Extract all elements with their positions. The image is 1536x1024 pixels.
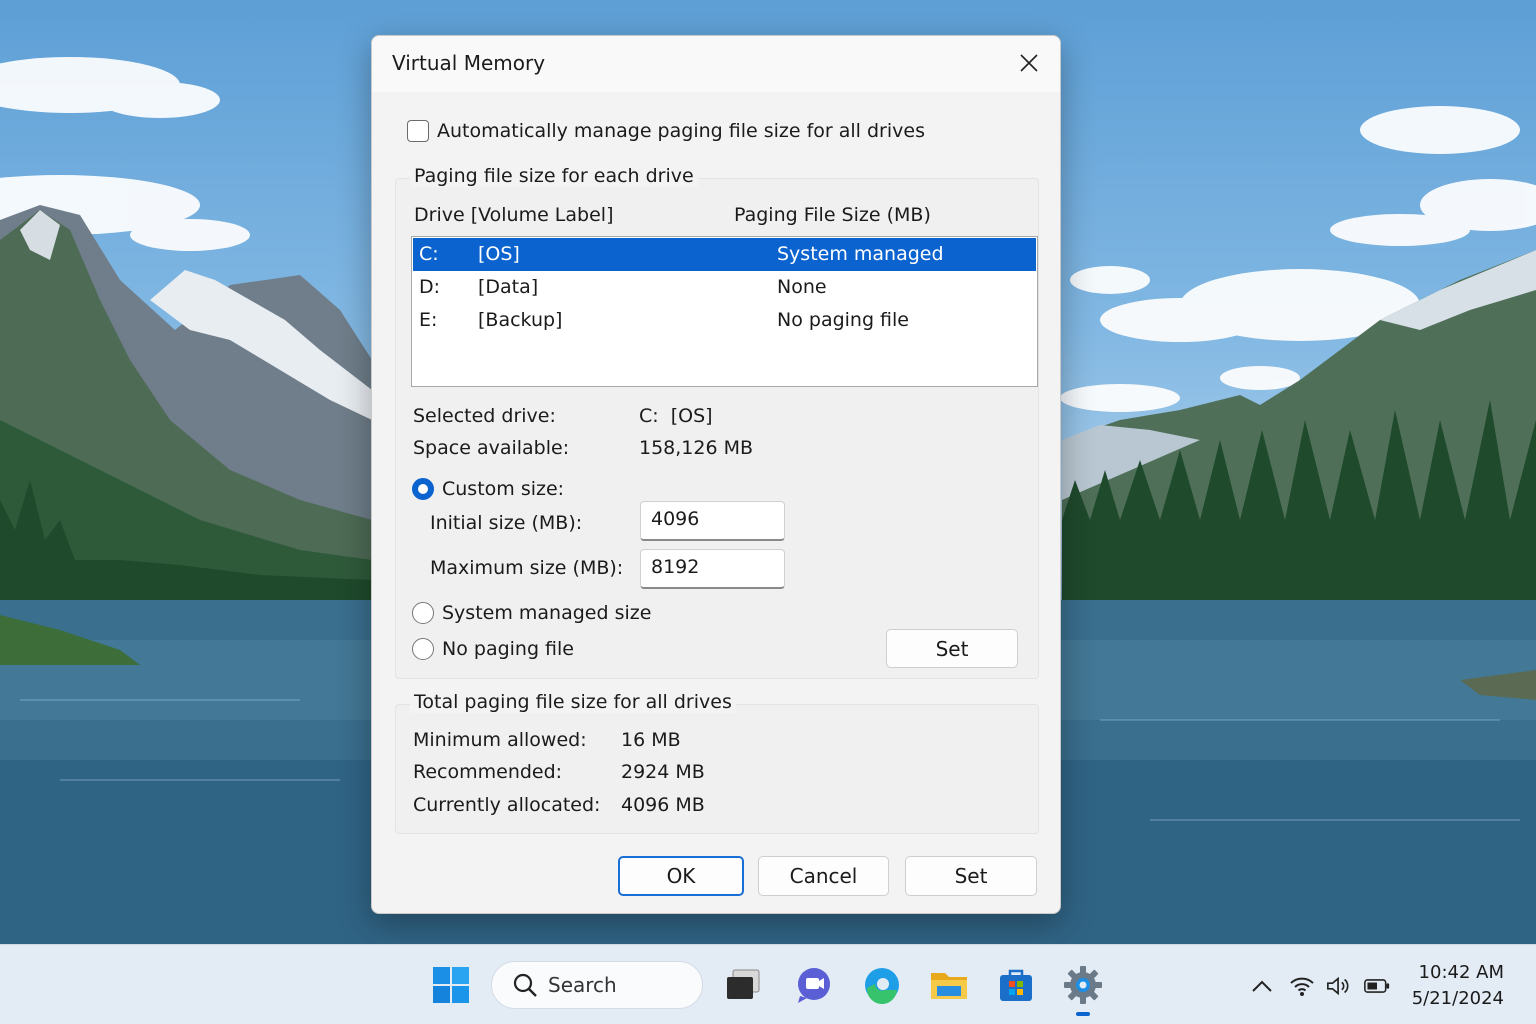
drive-letter: C: <box>419 243 439 265</box>
initial-size-input[interactable]: 4096 <box>640 501 785 541</box>
auto-manage-label: Automatically manage paging file size fo… <box>437 120 925 142</box>
minimum-allowed-label: Minimum allowed: <box>413 729 587 751</box>
selected-drive-label: Selected drive: <box>413 405 556 427</box>
edge-icon[interactable] <box>861 964 903 1006</box>
custom-size-option[interactable]: Custom size: <box>412 478 564 500</box>
dialog-title: Virtual Memory <box>392 51 546 75</box>
chat-icon[interactable] <box>792 964 834 1006</box>
no-paging-radio[interactable] <box>412 638 434 660</box>
task-view-icon[interactable] <box>722 964 764 1006</box>
no-paging-label: No paging file <box>442 638 574 660</box>
drive-row-d[interactable]: D: [Data] None <box>413 271 1036 304</box>
system-managed-option[interactable]: System managed size <box>412 602 651 624</box>
search-icon <box>513 973 537 997</box>
drive-row-e[interactable]: E: [Backup] No paging file <box>413 304 1036 337</box>
drive-letter: E: <box>419 309 438 331</box>
paging-group-legend: Paging file size for each drive <box>410 165 698 187</box>
system-managed-label: System managed size <box>442 602 652 624</box>
size-column-header: Paging File Size (MB) <box>734 204 931 226</box>
drive-volume-label: [Backup] <box>478 309 563 331</box>
drive-paging-size: None <box>777 276 827 298</box>
drive-paging-size: No paging file <box>777 309 909 331</box>
close-button[interactable] <box>1008 45 1050 81</box>
custom-size-label: Custom size: <box>442 478 565 500</box>
drive-letter: D: <box>419 276 441 298</box>
drive-row-c[interactable]: C: [OS] System managed <box>413 238 1036 271</box>
no-paging-option[interactable]: No paging file <box>412 638 574 660</box>
volume-icon[interactable] <box>1326 973 1352 999</box>
recommended-value: 2924 MB <box>621 761 705 783</box>
maximum-size-input[interactable]: 8192 <box>640 549 785 589</box>
file-explorer-icon[interactable] <box>928 964 970 1006</box>
auto-manage-checkbox[interactable] <box>407 120 429 142</box>
drive-list[interactable]: C: [OS] System managed D: [Data] None E:… <box>411 236 1038 387</box>
auto-manage-row[interactable]: Automatically manage paging file size fo… <box>407 120 925 142</box>
currently-allocated-label: Currently allocated: <box>413 794 601 816</box>
windows-start-icon[interactable] <box>430 964 472 1006</box>
wifi-icon[interactable] <box>1289 973 1315 999</box>
chevron-up-icon[interactable] <box>1249 973 1275 999</box>
initial-size-label: Initial size (MB): <box>430 512 583 534</box>
space-available-label: Space available: <box>413 437 570 459</box>
maximum-size-label: Maximum size (MB): <box>430 557 624 579</box>
recommended-label: Recommended: <box>413 761 563 783</box>
battery-icon[interactable] <box>1364 973 1390 999</box>
taskbar-search[interactable]: Search <box>491 961 703 1009</box>
settings-icon[interactable] <box>1062 964 1104 1006</box>
active-app-indicator <box>1076 1012 1090 1016</box>
search-label: Search <box>548 973 617 997</box>
drive-paging-size: System managed <box>777 243 944 265</box>
ok-button[interactable]: OK <box>618 856 744 896</box>
minimum-allowed-value: 16 MB <box>621 729 681 751</box>
virtual-memory-dialog: Virtual Memory Automatically manage pagi… <box>371 35 1061 914</box>
total-group-legend: Total paging file size for all drives <box>410 691 736 713</box>
drive-column-header: Drive [Volume Label] <box>414 204 614 226</box>
drive-volume-label: [Data] <box>478 276 539 298</box>
system-managed-radio[interactable] <box>412 602 434 624</box>
store-icon[interactable] <box>995 964 1037 1006</box>
set-bottom-button[interactable]: Set <box>905 856 1037 896</box>
close-icon <box>1020 54 1038 72</box>
cancel-button[interactable]: Cancel <box>758 856 889 896</box>
set-button[interactable]: Set <box>886 629 1018 668</box>
drive-volume-label: [OS] <box>478 243 520 265</box>
taskbar: Search 10:42 AM 5/21/2024 <box>0 944 1536 1024</box>
currently-allocated-value: 4096 MB <box>621 794 705 816</box>
selected-drive-value: C: [OS] <box>639 405 713 427</box>
system-clock[interactable]: 10:42 AM 5/21/2024 <box>1412 960 1504 1012</box>
clock-date: 5/21/2024 <box>1411 988 1504 1009</box>
space-available-value: 158,126 MB <box>639 437 754 459</box>
dialog-titlebar: Virtual Memory <box>372 36 1060 92</box>
clock-time: 10:42 AM <box>1418 962 1504 983</box>
custom-size-radio[interactable] <box>412 478 434 500</box>
